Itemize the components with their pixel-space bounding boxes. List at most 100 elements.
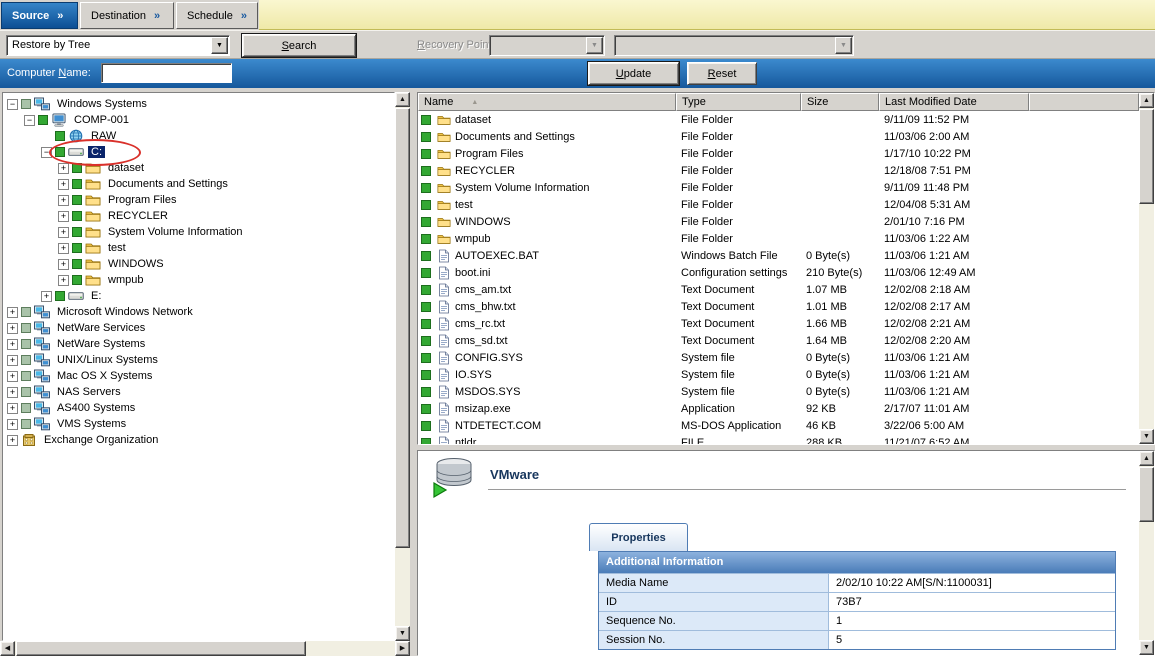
item-checkbox[interactable] xyxy=(21,323,31,333)
tree-item-label[interactable]: WINDOWS xyxy=(105,258,167,270)
expand-toggle-icon[interactable]: + xyxy=(41,291,52,302)
tree-item[interactable]: + AS400 Systems xyxy=(3,400,394,416)
tree-item-label[interactable]: Exchange Organization xyxy=(41,434,161,446)
collapse-toggle-icon[interactable]: − xyxy=(7,99,18,110)
tree-item-label[interactable]: RECYCLER xyxy=(105,210,171,222)
expand-toggle-icon[interactable]: + xyxy=(58,163,69,174)
tree-item[interactable]: +VMS Systems xyxy=(3,416,394,432)
item-checkbox[interactable] xyxy=(72,211,82,221)
file-row[interactable]: cms_bhw.txtText Document1.01 MB12/02/08 … xyxy=(418,298,1139,315)
item-checkbox[interactable] xyxy=(421,217,431,227)
expand-toggle-icon[interactable]: + xyxy=(7,403,18,414)
scroll-down-button[interactable]: ▼ xyxy=(1139,429,1154,444)
expand-toggle-icon[interactable]: + xyxy=(58,179,69,190)
column-header-type[interactable]: Type xyxy=(676,93,801,111)
tree-vertical-scrollbar[interactable]: ▲ ▼ xyxy=(395,92,410,641)
tab-destination[interactable]: Destination » xyxy=(80,2,174,29)
item-checkbox[interactable] xyxy=(421,336,431,346)
tree-item[interactable]: + UNIX/Linux Systems xyxy=(3,352,394,368)
file-row[interactable]: datasetFile Folder9/11/09 11:52 PM xyxy=(418,111,1139,128)
file-row[interactable]: WINDOWSFile Folder2/01/10 7:16 PM xyxy=(418,213,1139,230)
expand-toggle-icon[interactable]: + xyxy=(7,355,18,366)
column-header-last-modified-date[interactable]: Last Modified Date xyxy=(879,93,1029,111)
update-button[interactable]: Update xyxy=(588,62,679,85)
item-checkbox[interactable] xyxy=(421,302,431,312)
item-checkbox[interactable] xyxy=(421,421,431,431)
item-checkbox[interactable] xyxy=(421,438,431,445)
item-checkbox[interactable] xyxy=(72,163,82,173)
scroll-right-button[interactable]: ▶ xyxy=(395,641,410,656)
tree-item[interactable]: −Windows Systems xyxy=(3,96,394,112)
item-checkbox[interactable] xyxy=(421,132,431,142)
tree-item[interactable]: +test xyxy=(3,240,394,256)
expand-toggle-icon[interactable]: + xyxy=(7,339,18,350)
item-checkbox[interactable] xyxy=(21,307,31,317)
tab-schedule[interactable]: Schedule » xyxy=(176,2,258,29)
tree-item[interactable]: + System Volume Information xyxy=(3,224,394,240)
collapse-toggle-icon[interactable]: − xyxy=(41,147,52,158)
item-checkbox[interactable] xyxy=(72,227,82,237)
tree-item-label[interactable]: System Volume Information xyxy=(105,226,246,238)
reset-button[interactable]: Reset xyxy=(687,62,757,85)
expand-toggle-icon[interactable]: + xyxy=(7,371,18,382)
item-checkbox[interactable] xyxy=(421,268,431,278)
dropdown-arrow-icon[interactable]: ▼ xyxy=(211,37,228,54)
file-row[interactable]: MSDOS.SYSSystem file0 Byte(s)11/03/06 1:… xyxy=(418,383,1139,400)
tree-item[interactable]: + NetWare Systems xyxy=(3,336,394,352)
item-checkbox[interactable] xyxy=(421,285,431,295)
tree-item-label[interactable]: test xyxy=(105,242,129,254)
file-row[interactable]: RECYCLERFile Folder12/18/08 7:51 PM xyxy=(418,162,1139,179)
tab-properties[interactable]: Properties xyxy=(589,523,688,551)
search-button[interactable]: Search xyxy=(242,34,356,57)
item-checkbox[interactable] xyxy=(72,259,82,269)
tree-item-label[interactable]: NetWare Services xyxy=(54,322,148,334)
expand-toggle-icon[interactable]: + xyxy=(7,323,18,334)
item-checkbox[interactable] xyxy=(421,234,431,244)
item-checkbox[interactable] xyxy=(55,291,65,301)
item-checkbox[interactable] xyxy=(421,404,431,414)
item-checkbox[interactable] xyxy=(72,243,82,253)
expand-toggle-icon[interactable]: + xyxy=(7,307,18,318)
item-checkbox[interactable] xyxy=(21,403,31,413)
item-checkbox[interactable] xyxy=(21,419,31,429)
item-checkbox[interactable] xyxy=(421,251,431,261)
tree-item-label[interactable]: Mac OS X Systems xyxy=(54,370,155,382)
expand-toggle-icon[interactable]: + xyxy=(7,419,18,430)
scroll-thumb[interactable] xyxy=(395,108,410,548)
expand-toggle-icon[interactable]: + xyxy=(58,195,69,206)
column-header-size[interactable]: Size xyxy=(801,93,879,111)
properties-scrollbar[interactable]: ▲ ▼ xyxy=(1139,451,1154,655)
file-row[interactable]: wmpubFile Folder11/03/06 1:22 AM xyxy=(418,230,1139,247)
file-row[interactable]: testFile Folder12/04/08 5:31 AM xyxy=(418,196,1139,213)
tree-item-label[interactable]: UNIX/Linux Systems xyxy=(54,354,161,366)
tree-item[interactable]: +dataset xyxy=(3,160,394,176)
item-checkbox[interactable] xyxy=(72,195,82,205)
item-checkbox[interactable] xyxy=(21,339,31,349)
expand-toggle-icon[interactable]: + xyxy=(58,227,69,238)
tree-item-label[interactable]: Microsoft Windows Network xyxy=(54,306,196,318)
tree-item[interactable]: +wmpub xyxy=(3,272,394,288)
tree-item-label[interactable]: E: xyxy=(88,290,104,302)
item-checkbox[interactable] xyxy=(21,99,31,109)
file-row[interactable]: cms_sd.txtText Document1.64 MB12/02/08 2… xyxy=(418,332,1139,349)
restore-method-select[interactable]: Restore by Tree ▼ xyxy=(6,35,230,56)
file-row[interactable]: NTDETECT.COMMS-DOS Application46 KB3/22/… xyxy=(418,417,1139,434)
item-checkbox[interactable] xyxy=(421,370,431,380)
expand-toggle-icon[interactable]: + xyxy=(58,275,69,286)
tree-item[interactable]: +Documents and Settings xyxy=(3,176,394,192)
scroll-up-button[interactable]: ▲ xyxy=(1139,451,1154,466)
item-checkbox[interactable] xyxy=(21,387,31,397)
tree-item[interactable]: +RECYCLER xyxy=(3,208,394,224)
tree-item[interactable]: + Exchange Organization xyxy=(3,432,394,448)
scroll-up-button[interactable]: ▲ xyxy=(395,92,410,107)
item-checkbox[interactable] xyxy=(421,183,431,193)
scroll-left-button[interactable]: ◀ xyxy=(0,641,15,656)
expand-toggle-icon[interactable]: + xyxy=(7,435,18,446)
tree-item[interactable]: +NAS Servers xyxy=(3,384,394,400)
tree-item-label[interactable]: NetWare Systems xyxy=(54,338,148,350)
item-checkbox[interactable] xyxy=(55,147,65,157)
item-checkbox[interactable] xyxy=(421,319,431,329)
tree-item[interactable]: RAW xyxy=(3,128,394,144)
tree-item-label[interactable]: AS400 Systems xyxy=(54,402,138,414)
tree-item-label[interactable]: Program Files xyxy=(105,194,179,206)
